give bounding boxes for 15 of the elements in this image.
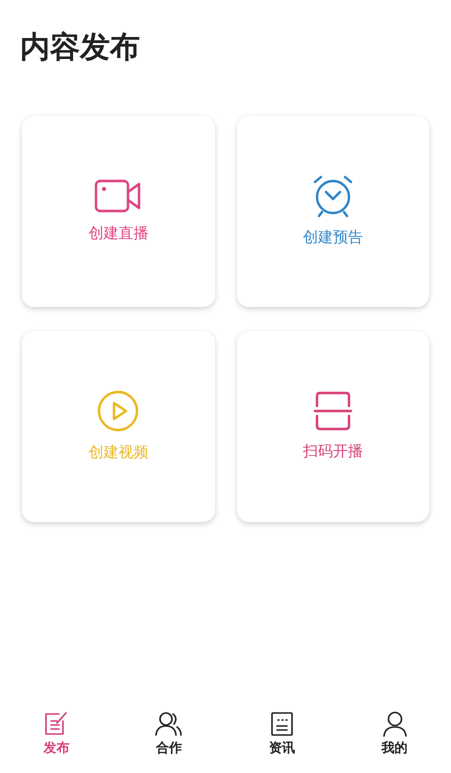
compose-icon <box>43 711 70 737</box>
nav-tab[interactable]: 合作 <box>112 709 226 773</box>
news-icon <box>270 711 294 737</box>
action-card[interactable]: 创建预告 <box>236 116 429 307</box>
nav-tab[interactable]: 发布 <box>0 709 113 773</box>
nav-tab[interactable]: 资讯 <box>226 709 338 773</box>
page-title: 内容发布 <box>19 29 141 67</box>
scan-icon <box>312 390 353 432</box>
action-card[interactable]: 创建直播 <box>22 116 214 307</box>
people-icon <box>155 711 184 737</box>
nav-tab[interactable]: 我的 <box>338 709 451 773</box>
person-icon <box>382 711 408 737</box>
action-card[interactable]: 扫码开播 <box>236 331 429 522</box>
play-circle-icon <box>96 389 140 434</box>
video-camera-icon <box>94 178 142 214</box>
